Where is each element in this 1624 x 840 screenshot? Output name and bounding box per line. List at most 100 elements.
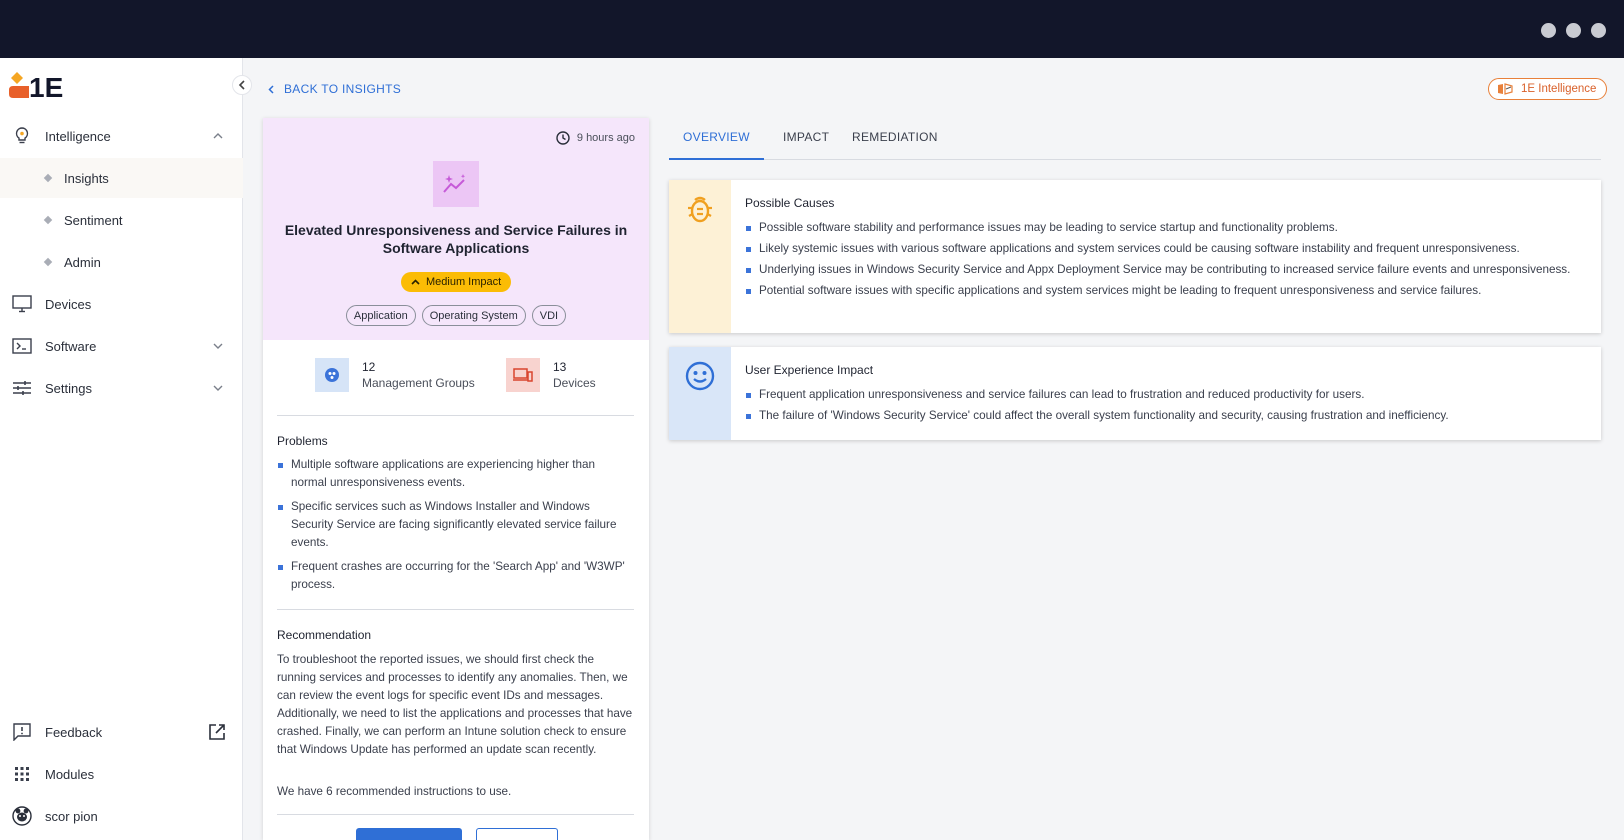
svg-text:1E: 1E (29, 72, 63, 100)
back-link-label: BACK TO INSIGHTS (284, 82, 402, 96)
possible-causes-panel: Possible Causes Possible software stabil… (669, 180, 1601, 333)
grid-icon (12, 764, 32, 784)
nav-software[interactable]: Software (0, 326, 243, 366)
list-item: Multiple software applications are exper… (277, 456, 632, 492)
insight-card-header: 9 hours ago Elevated Unresponsiveness an… (263, 118, 649, 340)
avatar (12, 806, 32, 826)
sliders-icon (12, 378, 32, 398)
impact-badge: Medium Impact (401, 272, 512, 292)
tab-overview[interactable]: OVERVIEW (669, 130, 764, 160)
groups-label: Management Groups (362, 376, 475, 390)
impact-label: Medium Impact (426, 276, 502, 288)
detail-tabs: OVERVIEW IMPACT REMEDIATION (669, 120, 1601, 160)
chevron-down-icon (211, 339, 225, 353)
smiley-icon (685, 361, 715, 391)
nav-sub-insights[interactable]: Insights (0, 158, 243, 198)
bullet-icon (43, 257, 53, 267)
chevron-up-icon (211, 129, 225, 143)
external-link-icon[interactable] (208, 723, 226, 741)
management-groups-stat[interactable]: 12 Management Groups (315, 358, 475, 392)
chevron-up-icon (411, 279, 420, 285)
ux-impact-list: Frequent application unresponsiveness an… (745, 386, 1585, 428)
nav-label: Admin (64, 254, 101, 270)
recommended-count: We have 6 recommended instructions to us… (277, 785, 512, 798)
timestamp: 9 hours ago (556, 131, 635, 145)
divider (277, 814, 634, 815)
nav-label: Sentiment (64, 212, 123, 228)
list-item: Potential software issues with specific … (745, 282, 1585, 300)
tag-chip[interactable]: VDI (531, 305, 567, 326)
nav-feedback[interactable]: Feedback (0, 712, 243, 752)
tab-impact[interactable]: IMPACT (776, 130, 836, 160)
tag-chip[interactable]: Application (345, 305, 416, 326)
nav-label: Settings (45, 380, 92, 396)
nav-label: Software (45, 338, 97, 354)
monitor-icon (12, 294, 32, 314)
primary-action-button[interactable] (356, 828, 462, 840)
nav-sub-sentiment[interactable]: Sentiment (0, 200, 243, 240)
groups-icon (315, 358, 349, 392)
time-ago: 9 hours ago (576, 132, 635, 144)
chevron-down-icon (211, 381, 225, 395)
collapse-sidebar-button[interactable] (232, 75, 252, 95)
panel-accent-strip (669, 347, 731, 440)
devices-icon (506, 358, 540, 392)
back-to-insights-link[interactable]: BACK TO INSIGHTS (268, 82, 401, 96)
tag-chip[interactable]: Operating System (421, 305, 526, 326)
devices-count: 13 (553, 360, 567, 374)
insight-card: 9 hours ago Elevated Unresponsiveness an… (263, 118, 649, 840)
recommendation-heading: Recommendation (277, 628, 372, 642)
nav-label: Modules (45, 766, 95, 782)
list-item: Possible software stability and performa… (745, 219, 1585, 237)
devices-label: Devices (553, 376, 596, 390)
tab-remediation[interactable]: REMEDIATION (845, 130, 945, 160)
secondary-action-button[interactable] (476, 828, 558, 840)
nav-intelligence[interactable]: Intelligence (0, 116, 243, 156)
devices-stat[interactable]: 13 Devices (506, 358, 596, 392)
window-control-dot[interactable] (1541, 23, 1556, 38)
intelligence-badge-label: 1E Intelligence (1521, 83, 1597, 95)
nav-user-profile[interactable]: scor pion (0, 796, 243, 836)
nav-label: Devices (45, 296, 92, 312)
window-control-dot[interactable] (1591, 23, 1606, 38)
lightbulb-icon (12, 126, 32, 146)
user-experience-panel: User Experience Impact Frequent applicat… (669, 347, 1601, 440)
problems-list: Multiple software applications are exper… (277, 456, 632, 600)
panel-accent-strip (669, 180, 731, 333)
nav-settings[interactable]: Settings (0, 368, 243, 408)
bullet-icon (43, 215, 53, 225)
list-item: Underlying issues in Windows Security Se… (745, 261, 1585, 279)
nav-label: Insights (64, 170, 109, 186)
nav-sub-admin[interactable]: Admin (0, 242, 243, 282)
divider (277, 609, 634, 610)
tag-list: Application Operating System VDI (263, 305, 649, 326)
window-titlebar (0, 0, 1624, 58)
list-item: Specific services such as Windows Instal… (277, 498, 632, 552)
panel-title: Possible Causes (745, 196, 835, 210)
insight-title: Elevated Unresponsiveness and Service Fa… (284, 222, 628, 256)
nav-modules[interactable]: Modules (0, 754, 243, 794)
intelligence-logo-icon (1498, 83, 1513, 95)
problems-heading: Problems (277, 434, 328, 448)
nav-label: Intelligence (45, 128, 111, 144)
window-controls (1541, 23, 1606, 38)
list-item: Frequent crashes are occurring for the '… (277, 558, 632, 594)
bullet-icon (43, 173, 53, 183)
clock-icon (556, 131, 570, 145)
panel-title: User Experience Impact (745, 363, 874, 377)
sidebar: 1E Intelligence Insights Sentiment Admin… (0, 58, 252, 840)
intelligence-badge: 1E Intelligence (1488, 78, 1608, 100)
recommendation-text: To troubleshoot the reported issues, we … (277, 653, 633, 756)
feedback-icon (12, 722, 32, 742)
bug-icon (688, 196, 712, 223)
list-item: Frequent application unresponsiveness an… (745, 386, 1585, 404)
causes-list: Possible software stability and performa… (745, 219, 1585, 303)
trend-sparkle-icon (433, 161, 479, 207)
list-item: Likely systemic issues with various soft… (745, 240, 1585, 258)
user-name: scor pion (45, 808, 98, 824)
nav-label: Feedback (45, 724, 103, 740)
window-control-dot[interactable] (1566, 23, 1581, 38)
list-item: The failure of 'Windows Security Service… (745, 407, 1585, 425)
brand-logo[interactable]: 1E (9, 70, 73, 103)
nav-devices[interactable]: Devices (0, 284, 243, 324)
